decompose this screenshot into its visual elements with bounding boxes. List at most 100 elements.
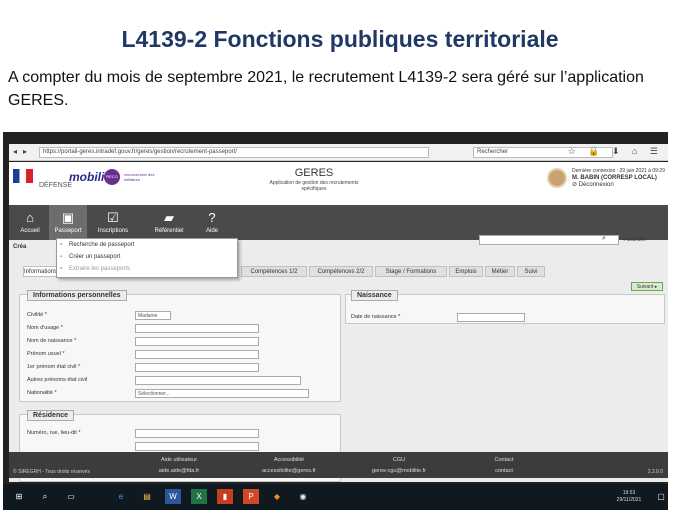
browser-toolbar-icons[interactable]: ☆ 🔒 ⬇ ⌂ ☰ [568,146,663,157]
tab-competences-2[interactable]: Compétences 2/2 [309,266,373,277]
tab-informations[interactable]: Informations [23,266,57,277]
app-icon[interactable]: ◆ [269,489,285,504]
nav-label: Passeport [54,228,82,234]
footer-title: Aide utilisateur [160,457,198,463]
nationalite-select[interactable]: Sélectionner... [135,389,309,398]
last-login: Dernière connexion : 29 juin 2021 à 09:2… [572,168,665,174]
browser-bar: ◂ ▸ https://portail-geres.intradef.gouv.… [9,144,669,161]
checklist-icon: ☑ [107,210,119,225]
footer-col-aide: Aide utilisateur aide.aide@fda.fr [139,455,219,477]
civilite-select[interactable]: Madame [135,311,171,320]
footer-copyright: © SIREGRH - Tous droits réservés [13,469,90,475]
footer-col-accessibilite: Accessibilité accessibilite@geres.fr [249,455,329,477]
prenom-etat-civil-input[interactable] [135,363,259,372]
advanced-search-link[interactable]: ▾ avancée [623,237,646,243]
windows-taskbar: ⊞ ⌕ ▭ e ▤ W X ▮ P ◆ ◉ 19:53 29/11/2021 ▢ [3,484,674,510]
tab-competences-1[interactable]: Compétences 1/2 [241,266,307,277]
field-label: Autres prénoms état civil [27,377,88,383]
birth-date-input[interactable] [457,313,525,322]
menu-item-creer[interactable]: Créer un passeport [57,251,237,263]
browser-icon[interactable]: ◉ [295,489,311,504]
clock-time: 19:53 [622,490,636,496]
footer-title: CGU [392,457,406,463]
nav-referentiel[interactable]: ▰ Référentiel [149,205,189,240]
field-label: Numéro, rue, lieu-dit * [27,430,81,436]
address-line-1-input[interactable] [135,429,259,438]
menu-item-extraire: Extraire les passeports [57,263,237,275]
word-icon[interactable]: W [165,489,181,504]
logout-link[interactable]: ⊘ Déconnexion [572,182,665,189]
tab-suivi[interactable]: Suivi [517,266,545,277]
nav-label: Référentiel [154,228,184,234]
task-view-icon[interactable]: ▭ [63,489,79,504]
footer-link[interactable]: contact [469,466,539,477]
app-icon[interactable]: ▮ [217,489,233,504]
autres-prenoms-input[interactable] [135,376,301,385]
field-label: Nationalité * [27,390,57,396]
personal-info-legend: Informations personnelles [27,290,127,301]
nav-label: Aide [205,228,218,234]
app-search-input[interactable] [479,235,619,245]
footer-link[interactable]: aide.aide@fda.fr [139,466,219,477]
back-icon[interactable]: ◂ [13,147,17,156]
clock-date: 29/11/2021 [616,497,642,503]
slide-body: A compter du mois de septembre 2021, le … [8,69,644,109]
search-icon[interactable]: ⌕ [602,235,606,243]
passport-icon: ▣ [61,210,75,225]
tab-stage-formations[interactable]: Stage / Formations [375,266,447,277]
address-line-2-input[interactable] [135,442,259,451]
menu-item-recherche[interactable]: Recherche de passeport [57,239,237,251]
next-button[interactable]: Suivant ▸ [631,282,663,291]
footer-title: Contact [494,457,514,463]
notification-icon[interactable]: ▢ [653,489,669,504]
prenom-usuel-input[interactable] [135,350,259,359]
residence-legend: Résidence [27,410,75,421]
footer-col-contact: Contact contact [469,455,539,477]
slide-right-edge [668,132,680,511]
nom-naissance-input[interactable] [135,337,259,346]
footer-version: 2.3.0.0 [647,469,663,475]
tab-emplois[interactable]: Emplois [449,266,483,277]
slide-title: L4139-2 Fonctions publiques territoriale [121,26,559,52]
excel-icon[interactable]: X [191,489,207,504]
search-icon[interactable]: ⌕ [37,489,53,504]
powerpoint-icon[interactable]: P [243,489,259,504]
app-name: GERES [294,167,334,179]
field-label: Prénom usuel * [27,351,65,357]
app-title: GERES Application de gestion des recrute… [259,167,369,192]
nav-inscriptions[interactable]: ☑ Inscriptions [91,205,135,240]
screenshot: ◂ ▸ https://portail-geres.intradef.gouv.… [3,132,674,510]
nom-usage-input[interactable] [135,324,259,333]
footer-link[interactable]: accessibilite@geres.fr [249,466,329,477]
app-header: DÉFENSE mobilité RECO reconversion des m… [9,162,669,205]
logo-tagline: reconversion des militaires [124,172,155,182]
nav-label: Inscriptions [97,228,129,234]
field-label: Nom de naissance * [27,338,77,344]
app-subtitle: Application de gestion des recrutements … [269,180,359,192]
start-icon[interactable]: ⊞ [11,489,27,504]
field-label: Civilité * [27,312,47,318]
url-input[interactable]: https://portail-geres.intradef.gouv.fr/g… [39,147,429,158]
explorer-icon[interactable]: ▤ [139,489,155,504]
reco-logo: RECO [104,169,120,185]
defense-label: DÉFENSE [39,182,73,189]
home-icon: ⌂ [26,210,34,225]
footer-col-cgu: CGU geres-cgu@mobilite.fr [359,455,439,477]
app-footer: Aide utilisateur aide.aide@fda.fr Access… [9,452,669,478]
forward-icon[interactable]: ▸ [23,147,27,156]
nav-aide[interactable]: ? Aide [197,205,227,240]
nav-label: Accueil [20,228,40,234]
clock: 19:53 29/11/2021 [609,490,649,504]
edge-icon[interactable]: e [113,489,129,504]
field-label: 1er prénom état civil * [27,364,81,370]
tab-metier[interactable]: Métier [485,266,515,277]
user-name: M. BABIN (CORRESP LOCAL) [572,175,657,181]
user-avatar [547,168,567,188]
nav-passeport[interactable]: ▣ Passeport [49,205,87,240]
passeport-menu: Recherche de passeport Créer un passepor… [56,238,238,278]
field-label: Date de naissance * [351,314,401,320]
birth-legend: Naissance [351,290,398,301]
nav-accueil[interactable]: ⌂ Accueil [13,205,47,240]
footer-link[interactable]: geres-cgu@mobilite.fr [359,466,439,477]
geres-app: DÉFENSE mobilité RECO reconversion des m… [9,162,669,482]
